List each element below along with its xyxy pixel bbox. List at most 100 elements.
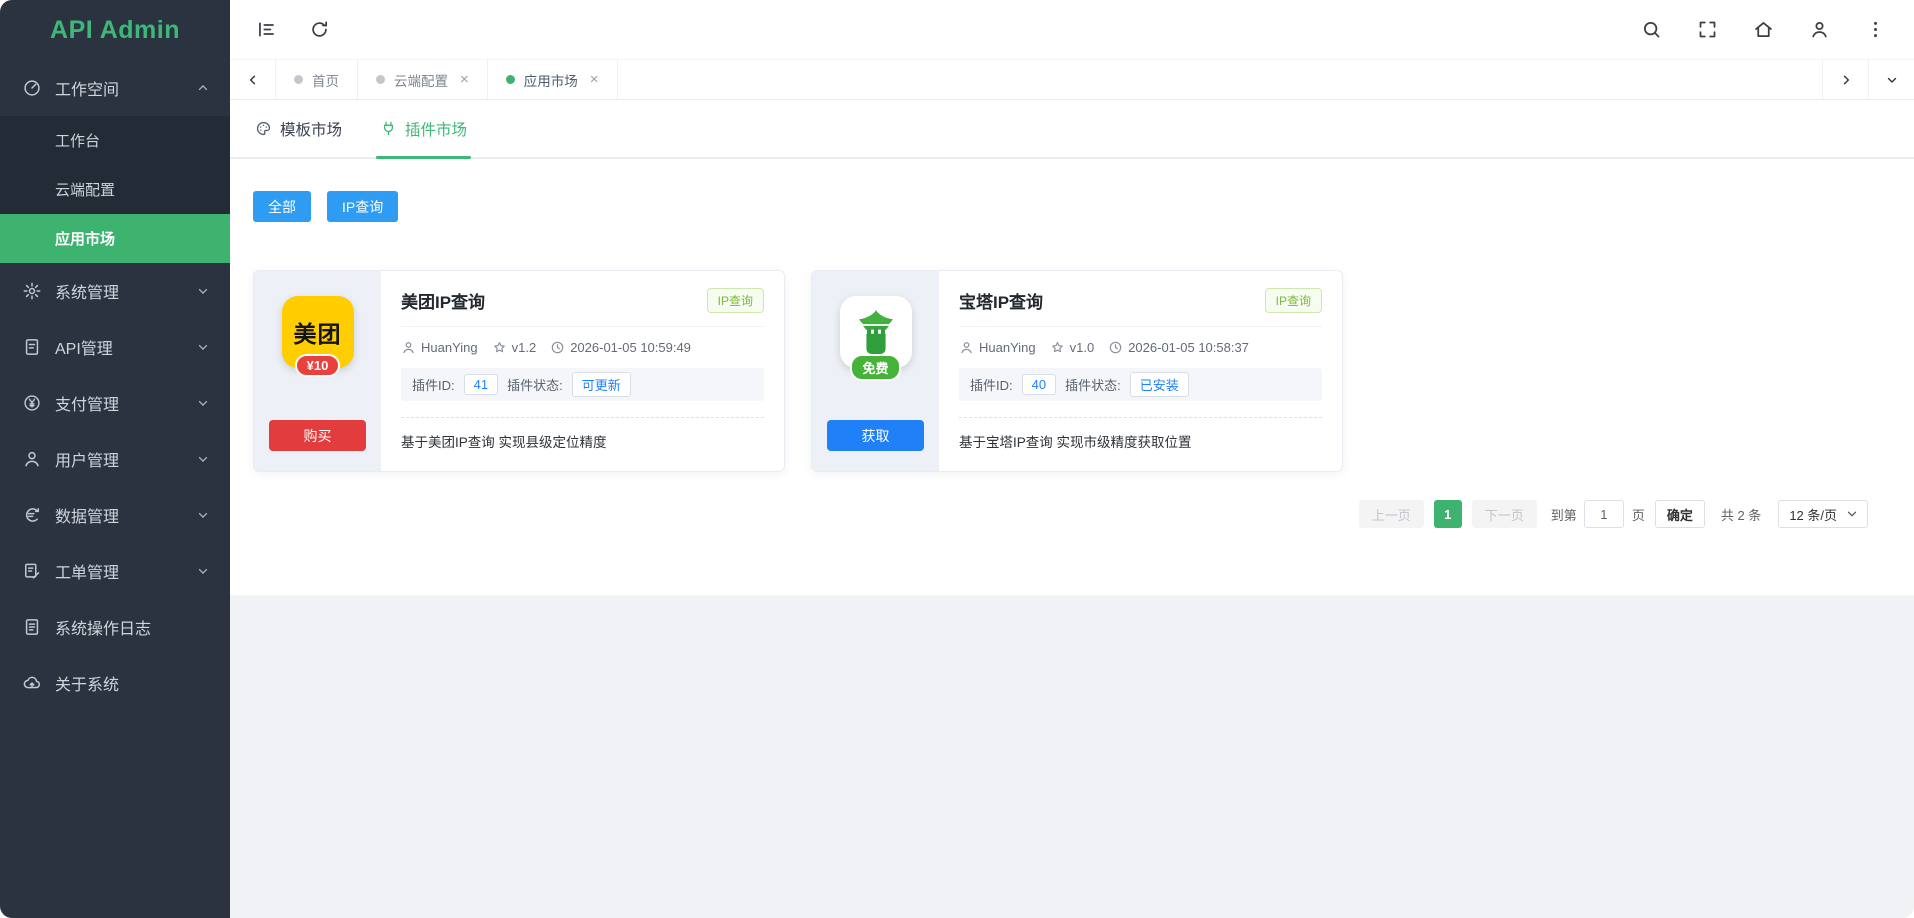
user-icon[interactable]	[1809, 19, 1830, 40]
category-tag: IP查询	[1265, 288, 1322, 313]
plugin-updated: 2026-01-05 10:59:49	[570, 340, 691, 355]
tab-dot	[506, 75, 515, 84]
plugin-author: HuanYing	[421, 340, 478, 355]
tabs-scroll-right-button[interactable]	[1822, 60, 1868, 99]
chevron-up-icon	[196, 81, 210, 95]
star-icon	[1050, 340, 1065, 355]
sidebar-item-label: 工单管理	[55, 559, 196, 583]
sidebar-item-payment-mgmt[interactable]: 支付管理	[0, 375, 230, 431]
sidebar-item-app-market[interactable]: 应用市场	[0, 214, 230, 263]
author-icon	[401, 340, 416, 355]
fold-menu-icon[interactable]	[256, 19, 277, 40]
chevron-down-icon	[196, 340, 210, 354]
plugin-status-label: 插件状态:	[1065, 375, 1121, 394]
clock-icon	[550, 340, 565, 355]
get-button[interactable]: 获取	[827, 420, 924, 451]
chevron-down-icon	[1846, 508, 1858, 520]
page-content: 模板市场 插件市场 全部 IP查询	[230, 100, 1914, 918]
sidebar-item-operation-log[interactable]: 系统操作日志	[0, 599, 230, 655]
plugin-card-meituan: 美团 ¥10 购买 美团IP查询 IP查询	[253, 270, 785, 472]
buy-button[interactable]: 购买	[269, 420, 366, 451]
plugin-title: 美团IP查询	[401, 288, 707, 313]
chevron-down-icon	[1885, 73, 1899, 87]
tabs-scroll-left-button[interactable]	[230, 60, 276, 99]
dashed-divider	[401, 417, 764, 418]
star-icon	[492, 340, 507, 355]
sidebar-item-ticket-mgmt[interactable]: 工单管理	[0, 543, 230, 599]
palette-icon	[255, 120, 272, 137]
workspace-submenu: 工作台 云端配置 应用市场	[0, 116, 230, 263]
sidebar-item-cloud-config[interactable]: 云端配置	[0, 165, 230, 214]
plugin-card-list: 美团 ¥10 购买 美团IP查询 IP查询	[230, 222, 1914, 472]
page-size-value: 12 条/页	[1789, 505, 1837, 524]
chevron-down-icon	[196, 452, 210, 466]
close-icon[interactable]: ×	[460, 72, 469, 87]
goto-unit: 页	[1632, 505, 1645, 524]
plugin-author: HuanYing	[979, 340, 1036, 355]
sidebar-item-workbench[interactable]: 工作台	[0, 116, 230, 165]
plugin-id-value: 40	[1022, 374, 1056, 395]
plugin-status-value: 已安装	[1130, 372, 1189, 397]
sidebar-item-about-system[interactable]: 关于系统	[0, 655, 230, 711]
prev-page-button[interactable]: 上一页	[1359, 500, 1424, 528]
tabbar-spacer	[618, 60, 1822, 99]
tabbar: 首页 云端配置 × 应用市场 ×	[230, 59, 1914, 100]
plugin-id-value: 41	[464, 374, 498, 395]
goto-page-input[interactable]	[1584, 500, 1624, 528]
close-icon[interactable]: ×	[590, 72, 599, 87]
plugin-version: v1.2	[512, 340, 537, 355]
filter-all-button[interactable]: 全部	[253, 191, 311, 222]
user-icon	[22, 449, 42, 469]
plugin-icon	[380, 120, 397, 137]
chevron-down-icon	[196, 508, 210, 522]
plugin-meta: HuanYing v1.2 2026-01-05 10:	[401, 340, 764, 355]
market-tab-label: 插件市场	[405, 118, 467, 140]
filter-ip-query-button[interactable]: IP查询	[327, 191, 398, 222]
tabs-menu-button[interactable]	[1868, 60, 1914, 99]
page-number-1[interactable]: 1	[1434, 500, 1462, 528]
next-page-button[interactable]: 下一页	[1472, 500, 1537, 528]
market-panel: 模板市场 插件市场 全部 IP查询	[230, 100, 1914, 595]
yen-circle-icon	[22, 393, 42, 413]
tab-home[interactable]: 首页	[276, 60, 358, 99]
fullscreen-icon[interactable]	[1697, 19, 1718, 40]
plugin-card-body: 美团IP查询 IP查询 HuanYing	[381, 271, 784, 471]
topbar-right	[1641, 19, 1886, 40]
plugin-description: 基于宝塔IP查询 实现市级精度获取位置	[959, 431, 1322, 451]
refresh-icon[interactable]	[309, 19, 330, 40]
app-window: API Admin 工作空间 工作台 云端配置 应用市场 系	[0, 0, 1914, 918]
ticket-icon	[22, 561, 42, 581]
sidebar-menu: 工作空间 工作台 云端配置 应用市场 系统管理	[0, 60, 230, 711]
tab-cloud-config[interactable]: 云端配置 ×	[358, 60, 488, 99]
divider	[401, 326, 764, 327]
page-size-select[interactable]: 12 条/页	[1778, 500, 1868, 528]
tab-dot	[376, 75, 385, 84]
author-icon	[959, 340, 974, 355]
tab-template-market[interactable]: 模板市场	[255, 100, 342, 157]
search-icon[interactable]	[1641, 19, 1662, 40]
sidebar-item-user-mgmt[interactable]: 用户管理	[0, 431, 230, 487]
cloud-upload-icon	[22, 673, 42, 693]
sidebar-item-label: API管理	[55, 335, 196, 359]
plugin-id-label: 插件ID:	[970, 375, 1013, 394]
chevron-down-icon	[196, 284, 210, 298]
plugin-info-bar: 插件ID: 40 插件状态: 已安装	[959, 368, 1322, 401]
home-icon[interactable]	[1753, 19, 1774, 40]
plugin-card-body: 宝塔IP查询 IP查询 HuanYing	[939, 271, 1342, 471]
dashed-divider	[959, 417, 1322, 418]
market-tabs: 模板市场 插件市场	[230, 100, 1914, 159]
main-area: 首页 云端配置 × 应用市场 ×	[230, 0, 1914, 918]
more-vertical-icon[interactable]	[1865, 19, 1886, 40]
pagination: 上一页 1 下一页 到第 页 确定 共 2 条 12 条/页	[230, 472, 1914, 528]
document-icon	[22, 337, 42, 357]
tab-app-market[interactable]: 应用市场 ×	[488, 60, 618, 99]
confirm-button[interactable]: 确定	[1655, 500, 1705, 528]
sidebar-item-api-mgmt[interactable]: API管理	[0, 319, 230, 375]
tab-plugin-market[interactable]: 插件市场	[380, 100, 467, 157]
sidebar-item-workspace[interactable]: 工作空间	[0, 60, 230, 116]
total-count: 共 2 条	[1721, 505, 1761, 524]
tab-label: 首页	[312, 70, 339, 90]
sidebar-item-data-mgmt[interactable]: 数据管理	[0, 487, 230, 543]
baota-pagoda-graphic	[849, 305, 903, 359]
sidebar-item-system-mgmt[interactable]: 系统管理	[0, 263, 230, 319]
